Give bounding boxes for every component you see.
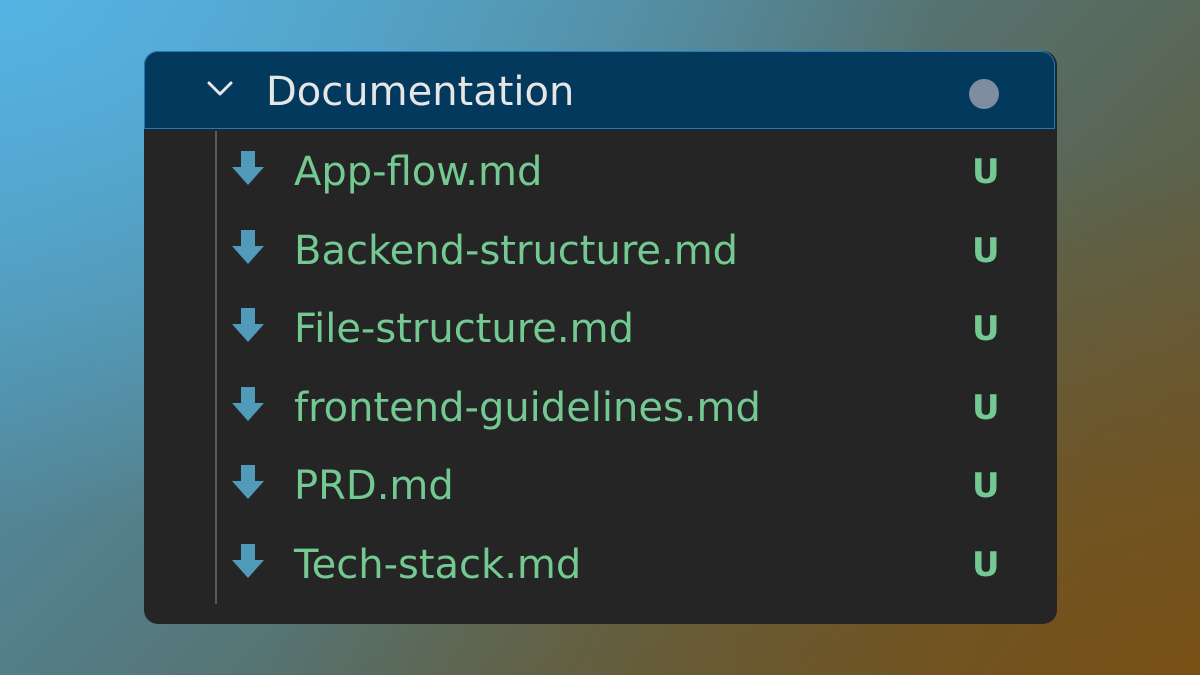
file-row[interactable]: PRD.md U [144,443,1057,522]
file-name: Backend-structure.md [294,227,739,274]
git-status-badge: U [972,544,1000,585]
git-status-badge: U [972,309,1000,350]
file-name: File-structure.md [294,306,634,353]
file-row[interactable]: frontend-guidelines.md U [144,365,1057,444]
folder-label: Documentation [266,69,575,115]
file-row[interactable]: File-structure.md U [144,286,1057,365]
file-name: frontend-guidelines.md [294,384,761,431]
folder-row-documentation[interactable]: Documentation [144,51,1055,129]
markdown-download-icon [232,543,264,578]
markdown-download-icon [232,465,264,500]
file-name: Tech-stack.md [294,541,582,588]
markdown-download-icon [232,308,264,343]
explorer-panel: Documentation App-flow.md U Backend-stru… [144,51,1057,624]
file-name: PRD.md [294,463,454,510]
markdown-download-icon [232,386,264,421]
markdown-download-icon [232,229,264,264]
chevron-down-icon[interactable] [207,76,233,102]
file-row[interactable]: Tech-stack.md U [144,522,1057,601]
modified-dot-icon [969,79,999,109]
git-status-badge: U [972,387,1000,428]
file-row[interactable]: Backend-structure.md U [144,208,1057,287]
git-status-badge: U [972,230,1000,271]
file-list: App-flow.md U Backend-structure.md U Fil… [144,129,1057,601]
git-status-badge: U [972,152,1000,192]
markdown-download-icon [232,151,264,185]
file-row[interactable]: App-flow.md U [144,129,1057,208]
git-status-badge: U [972,466,1000,507]
file-name: App-flow.md [294,149,543,195]
